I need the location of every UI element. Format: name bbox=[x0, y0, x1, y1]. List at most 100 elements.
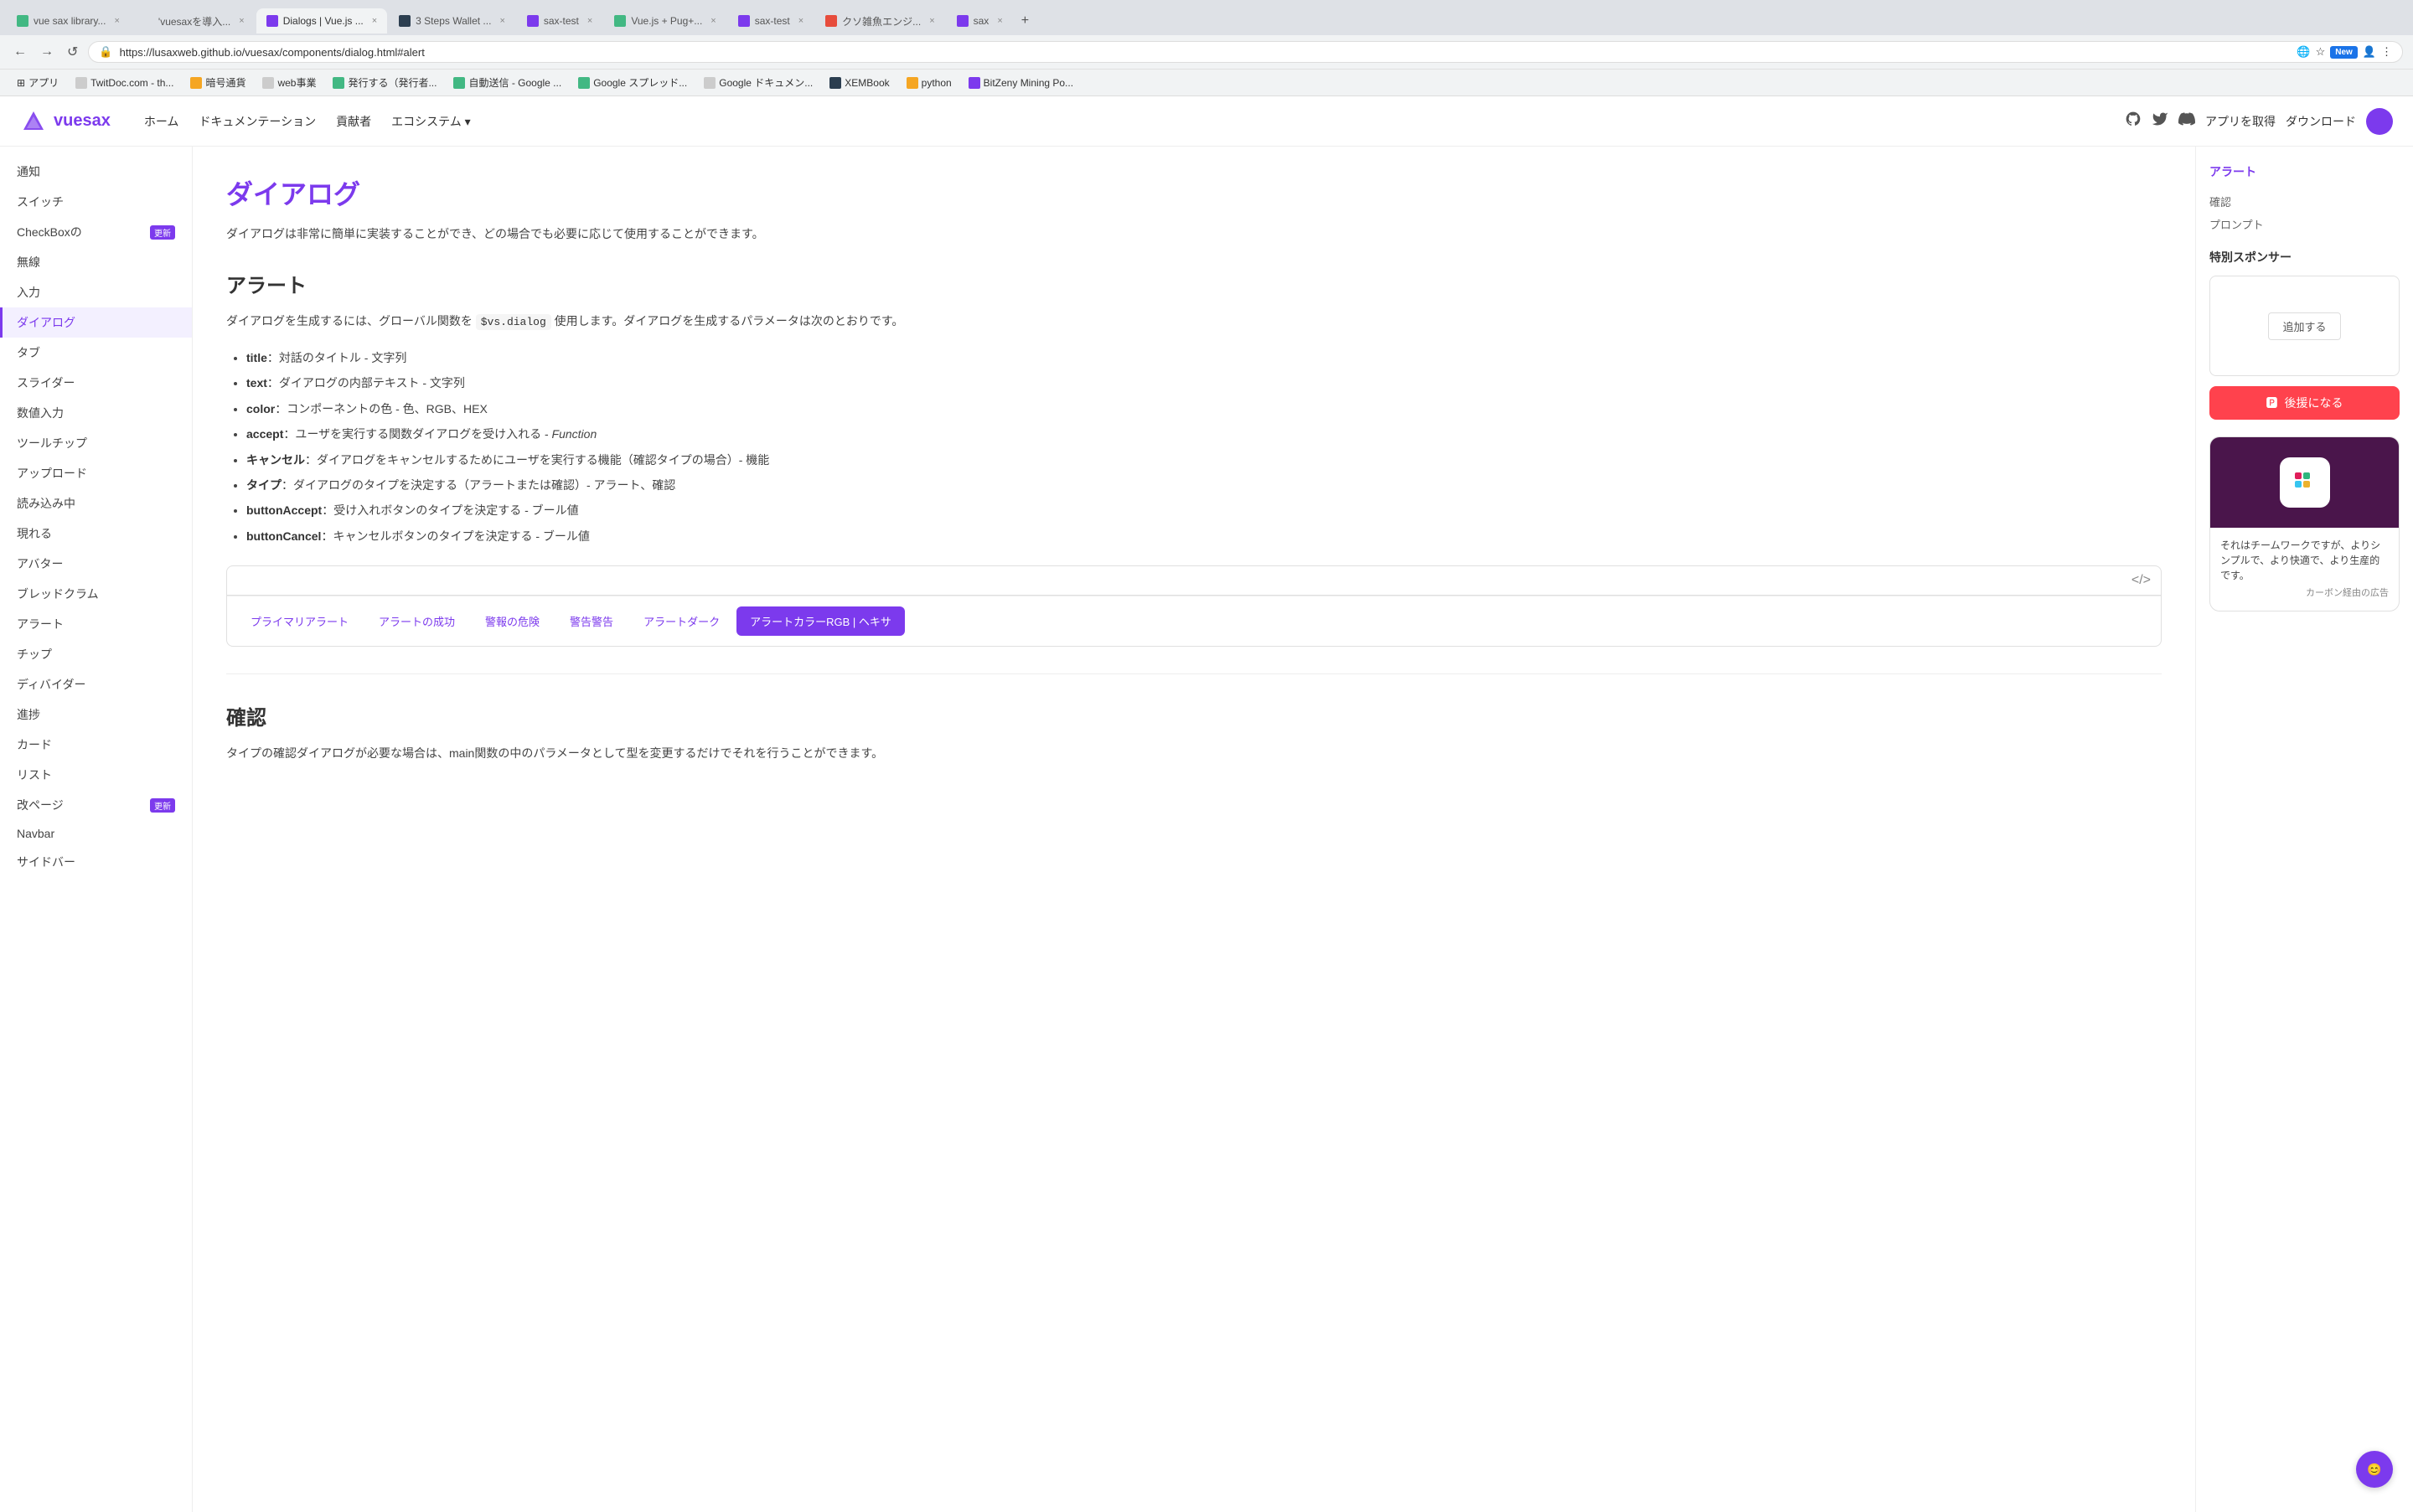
sidebar-label-pagination: 改ページ bbox=[17, 797, 64, 813]
tab-4[interactable]: 3 Steps Wallet ... × bbox=[389, 8, 515, 34]
tab-primary-alert[interactable]: プライマリアラート bbox=[237, 606, 362, 636]
sidebar-item-alert[interactable]: アラート bbox=[0, 609, 192, 639]
tab-danger-alert[interactable]: 警報の危険 bbox=[472, 606, 553, 636]
toc-item-prompt[interactable]: プロンプト bbox=[2209, 213, 2400, 235]
sidebar-item-sidebar[interactable]: サイドバー bbox=[0, 847, 192, 877]
sidebar-item-divider[interactable]: ディバイダー bbox=[0, 669, 192, 699]
tab-3[interactable]: Dialogs | Vue.js ... × bbox=[256, 8, 387, 34]
nav-docs[interactable]: ドキュメンテーション bbox=[199, 113, 316, 130]
address-bar: ← → ↺ 🔒 https://lusaxweb.github.io/vuesa… bbox=[0, 35, 2413, 69]
bookmark-hakko[interactable]: 発行する（発行者... bbox=[326, 73, 443, 92]
new-tab-button[interactable]: + bbox=[1015, 7, 1036, 35]
bm-icon-xembook bbox=[829, 77, 841, 89]
code-toggle-icon[interactable]: </> bbox=[2131, 573, 2151, 588]
user-avatar[interactable] bbox=[2366, 108, 2393, 135]
sidebar-item-navbar[interactable]: Navbar bbox=[0, 820, 192, 847]
toc-title: アラート bbox=[2209, 163, 2400, 180]
tab-8[interactable]: クソ雑魚エンジ... × bbox=[815, 8, 944, 35]
bookmark-python[interactable]: python bbox=[900, 75, 958, 91]
tab-1[interactable]: vue sax library... × bbox=[7, 8, 130, 34]
logo[interactable]: vuesax bbox=[20, 108, 111, 135]
tab-label-3: Dialogs | Vue.js ... bbox=[283, 15, 364, 27]
bookmark-autosend[interactable]: 自動送信 - Google ... bbox=[447, 73, 568, 92]
tab-close-7[interactable]: × bbox=[798, 16, 803, 26]
sidebar-item-upload[interactable]: アップロード bbox=[0, 458, 192, 488]
tab-2[interactable]: 'vuesaxを導入... × bbox=[132, 8, 255, 35]
nav-ecosystem[interactable]: エコシステム ▾ bbox=[391, 113, 471, 130]
bm-icon-twitdoc bbox=[75, 77, 87, 89]
sponsor-title: 特別スポンサー bbox=[2209, 249, 2400, 266]
sidebar-item-loading[interactable]: 読み込み中 bbox=[0, 488, 192, 519]
chat-bubble[interactable]: 😊 bbox=[2356, 1451, 2393, 1488]
bookmark-bitzeny[interactable]: BitZeny Mining Po... bbox=[962, 75, 1080, 91]
slack-header bbox=[2210, 437, 2399, 528]
add-sponsor-button[interactable]: 追加する bbox=[2268, 312, 2340, 340]
github-icon[interactable] bbox=[2125, 111, 2142, 132]
more-icon[interactable]: ⋮ bbox=[2381, 45, 2392, 59]
sidebar-item-appear[interactable]: 現れる bbox=[0, 519, 192, 549]
bookmark-crypto[interactable]: 暗号通貨 bbox=[183, 73, 252, 92]
bookmark-web[interactable]: web事業 bbox=[256, 73, 323, 92]
bookmark-apps[interactable]: ⊞ アプリ bbox=[10, 73, 65, 92]
tab-close-3[interactable]: × bbox=[372, 16, 377, 26]
url-bar[interactable]: 🔒 https://lusaxweb.github.io/vuesax/comp… bbox=[88, 41, 2403, 63]
tab-close-9[interactable]: × bbox=[997, 16, 1002, 26]
tab-favicon-9 bbox=[957, 15, 969, 27]
sidebar-item-checkbox[interactable]: CheckBoxの 更新 bbox=[0, 217, 192, 247]
tab-close-2[interactable]: × bbox=[239, 16, 244, 26]
tab-label-1: vue sax library... bbox=[34, 15, 106, 27]
tab-success-alert[interactable]: アラートの成功 bbox=[365, 606, 468, 636]
tab-dark-alert[interactable]: アラートダーク bbox=[630, 606, 733, 636]
bookmark-gdocs[interactable]: Google ドキュメン... bbox=[697, 73, 819, 92]
sidebar-item-progress[interactable]: 進捗 bbox=[0, 699, 192, 730]
sidebar-item-numInput[interactable]: 数値入力 bbox=[0, 398, 192, 428]
tab-7[interactable]: sax-test × bbox=[728, 8, 814, 34]
toc-item-confirm[interactable]: 確認 bbox=[2209, 190, 2400, 213]
twitter-icon[interactable] bbox=[2152, 111, 2168, 132]
sidebar-label-slider: スライダー bbox=[17, 374, 75, 391]
alert-section-desc: ダイアログを生成するには、グローバル関数を $vs.dialog 使用します。ダ… bbox=[226, 312, 2162, 332]
sidebar-item-card[interactable]: カード bbox=[0, 730, 192, 760]
tab-close-4[interactable]: × bbox=[499, 16, 504, 26]
sidebar-item-chip[interactable]: チップ bbox=[0, 639, 192, 669]
nav-contrib[interactable]: 貢献者 bbox=[336, 113, 371, 130]
get-app-button[interactable]: アプリを取得 bbox=[2205, 113, 2276, 130]
patreon-button[interactable]: 🅿 後援になる bbox=[2209, 386, 2400, 420]
sidebar-item-pagination[interactable]: 改ページ 更新 bbox=[0, 790, 192, 820]
tab-6[interactable]: Vue.js + Pug+... × bbox=[604, 8, 726, 34]
tab-close-8[interactable]: × bbox=[929, 16, 934, 26]
refresh-button[interactable]: ↺ bbox=[64, 40, 81, 64]
sidebar-item-dialog[interactable]: ダイアログ bbox=[0, 307, 192, 338]
sidebar-item-tab[interactable]: タブ bbox=[0, 338, 192, 368]
discord-icon[interactable] bbox=[2178, 111, 2195, 132]
carbon-link[interactable]: カーボン経由の広告 bbox=[2220, 586, 2389, 601]
tab-close-5[interactable]: × bbox=[587, 16, 592, 26]
bookmark-spread[interactable]: Google スプレッド... bbox=[571, 73, 694, 92]
tab-color-alert[interactable]: アラートカラーRGB | ヘキサ bbox=[736, 606, 905, 636]
sidebar-item-list[interactable]: リスト bbox=[0, 760, 192, 790]
sidebar-item-slider[interactable]: スライダー bbox=[0, 368, 192, 398]
sidebar-item-tooltip[interactable]: ツールチップ bbox=[0, 428, 192, 458]
profile-icon[interactable]: 👤 bbox=[2363, 45, 2376, 59]
download-button[interactable]: ダウンロード bbox=[2286, 113, 2356, 130]
sidebar-item-avatar[interactable]: アバター bbox=[0, 549, 192, 579]
sidebar-item-wireless[interactable]: 無線 bbox=[0, 247, 192, 277]
sidebar-label-appear: 現れる bbox=[17, 525, 52, 542]
tab-warning-alert[interactable]: 警告警告 bbox=[556, 606, 627, 636]
sidebar-item-switch[interactable]: スイッチ bbox=[0, 187, 192, 217]
tab-5[interactable]: sax-test × bbox=[517, 8, 602, 34]
back-button[interactable]: ← bbox=[10, 41, 30, 63]
forward-button[interactable]: → bbox=[37, 41, 57, 63]
sidebar-item-breadcrumb[interactable]: ブレッドクラム bbox=[0, 579, 192, 609]
sidebar-item-notification[interactable]: 通知 bbox=[0, 157, 192, 187]
tab-close-1[interactable]: × bbox=[114, 16, 119, 26]
translate-icon[interactable]: 🌐 bbox=[2297, 45, 2310, 59]
bookmark-twitdoc[interactable]: TwitDoc.com - th... bbox=[69, 75, 180, 91]
tab-close-6[interactable]: × bbox=[710, 16, 716, 26]
tab-9[interactable]: sax × bbox=[947, 8, 1013, 34]
sidebar-item-input[interactable]: 入力 bbox=[0, 277, 192, 307]
bookmark-xembook[interactable]: XEMBook bbox=[823, 75, 896, 91]
bookmark-icon[interactable]: ☆ bbox=[2316, 45, 2326, 59]
chat-icon: 😊 bbox=[2367, 1463, 2381, 1477]
nav-home[interactable]: ホーム bbox=[144, 113, 179, 130]
